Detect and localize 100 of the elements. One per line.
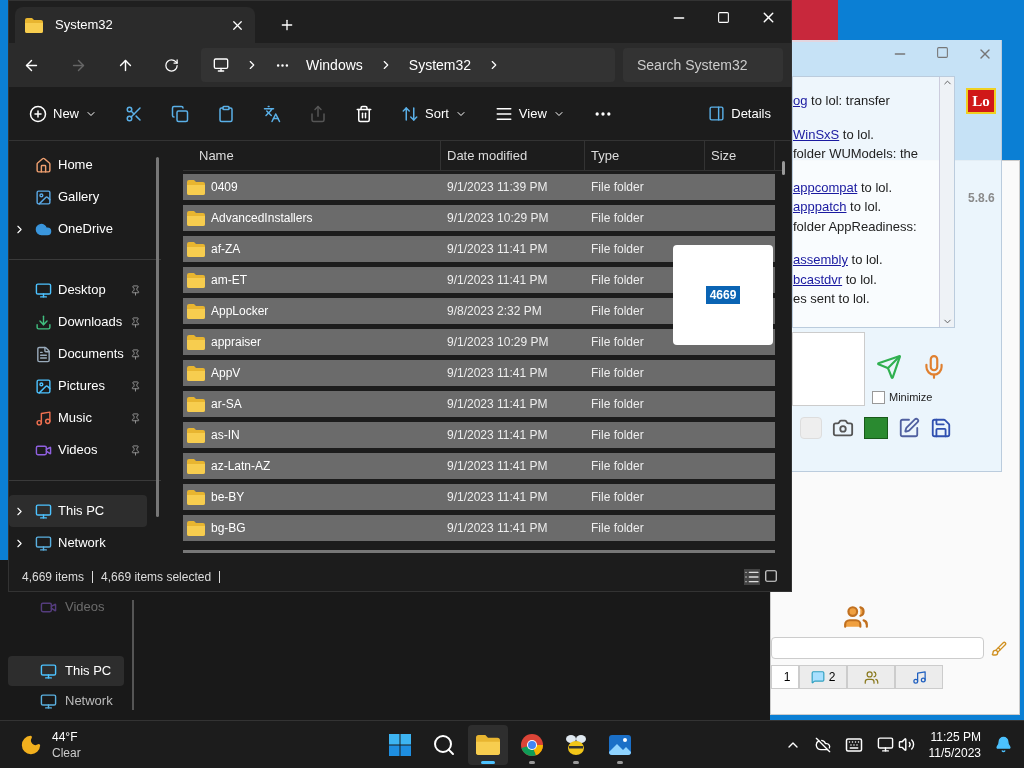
column-header[interactable]: Type — [585, 141, 705, 170]
folder-icon — [187, 427, 205, 443]
folder-icon — [187, 334, 205, 350]
refresh-icon[interactable] — [164, 57, 179, 73]
window-tab[interactable]: System32 — [15, 7, 255, 43]
network-icon[interactable] — [876, 736, 894, 753]
message-input[interactable] — [771, 637, 984, 659]
sidebar-item[interactable]: This PC — [9, 495, 147, 527]
sort-button[interactable]: Sort — [401, 103, 467, 124]
type-cell-text: File folder — [591, 427, 645, 444]
file-name: bg-BG — [211, 520, 246, 537]
folder-icon — [187, 396, 205, 412]
view-button[interactable]: View — [494, 103, 565, 124]
tiles-view-icon[interactable] — [764, 569, 778, 583]
file-row[interactable]: ar-SA 9/1/2023 11:41 PM File folder — [183, 391, 775, 417]
date-cell-text: 9/1/2023 11:41 PM — [447, 520, 549, 537]
breadcrumb-item[interactable]: System32 — [408, 54, 472, 76]
sidebar-item[interactable]: This PC — [8, 656, 124, 686]
file-name: 0409 — [211, 179, 238, 196]
contacts-icon — [843, 604, 869, 630]
sidebar-item[interactable]: Network — [9, 527, 147, 559]
file-name: appraiser — [211, 334, 262, 351]
folder-link[interactable]: og — [793, 93, 808, 108]
date-cell-text: 9/1/2023 11:41 PM — [447, 272, 549, 289]
search-field[interactable]: Search System32 — [623, 48, 783, 82]
keyboard-icon[interactable] — [844, 735, 863, 754]
column-header[interactable]: Date modified — [441, 141, 585, 170]
sidebar-item[interactable]: Documents — [9, 338, 147, 370]
moon-icon[interactable] — [20, 733, 42, 756]
window-tab[interactable] — [895, 665, 943, 689]
volume-icon[interactable] — [897, 736, 915, 753]
taskbar-button[interactable] — [468, 724, 508, 765]
clock-date[interactable]: 11/5/2023 — [928, 744, 981, 761]
file-row[interactable]: as-IN 9/1/2023 11:41 PM File folder — [183, 422, 775, 448]
column-header[interactable]: Size — [705, 141, 775, 170]
file-row[interactable]: appraiser 9/1/2023 10:29 PM File folder — [183, 329, 775, 355]
camera-icon[interactable] — [832, 417, 854, 439]
file-name: az-Latn-AZ — [211, 458, 271, 475]
broom-icon[interactable] — [991, 641, 1007, 657]
folder-icon — [187, 458, 205, 474]
folder-link[interactable]: assembly — [793, 252, 848, 267]
sidebar-item[interactable]: Home — [9, 149, 147, 181]
type-cell-text: File folder — [591, 458, 645, 475]
copy-icon[interactable] — [171, 104, 189, 123]
folder-icon — [187, 241, 205, 257]
sidebar-item[interactable]: Gallery — [9, 181, 147, 213]
clock-time[interactable]: 11:25 PM — [930, 728, 981, 745]
folder-link[interactable]: apppatch — [793, 199, 847, 214]
folder-link[interactable]: appcompat — [793, 179, 858, 195]
window-tab[interactable]: 1 — [771, 665, 799, 689]
window-tab[interactable]: 2 — [799, 665, 847, 689]
window-tab[interactable] — [847, 665, 895, 689]
sidebar-item[interactable]: Music — [9, 402, 147, 434]
folder-icon — [187, 272, 205, 288]
new-button[interactable]: New — [29, 103, 97, 124]
file-name: AppV — [211, 365, 241, 382]
notification-icon[interactable] — [995, 736, 1012, 753]
file-row[interactable]: AdvancedInstallers 9/1/2023 10:29 PM File folder — [183, 205, 775, 231]
save-icon[interactable] — [930, 417, 952, 439]
pin-icon — [130, 284, 141, 296]
file-row[interactable]: af-ZA 9/1/2023 11:41 PM File folder — [183, 236, 775, 262]
sidebar-item[interactable]: Downloads — [9, 306, 147, 338]
send-icon[interactable] — [876, 354, 902, 380]
breadcrumb-item[interactable]: Windows — [306, 54, 363, 76]
file-row[interactable]: az-Latn-AZ 9/1/2023 11:41 PM File folder — [183, 453, 775, 479]
sidebar-item[interactable]: Videos — [9, 434, 147, 466]
chat-line: appcompat to lol. — [793, 178, 893, 197]
sidebar-item[interactable]: OneDrive — [9, 213, 147, 245]
sidebar-item[interactable]: Pictures — [9, 370, 147, 402]
sidebar-item[interactable]: Desktop — [9, 274, 147, 306]
rename-icon[interactable] — [263, 104, 281, 123]
type-cell-text: File folder — [591, 489, 645, 506]
status-text: 4,669 items — [22, 569, 85, 586]
chat-line: es sent to lol. — [793, 290, 871, 308]
details-view-icon[interactable] — [744, 569, 760, 585]
pin-icon — [130, 316, 141, 328]
cut-icon[interactable] — [125, 104, 143, 123]
details-button[interactable]: Details — [708, 103, 771, 124]
chat-line: og to lol: transfer — [793, 92, 891, 110]
date-cell-text: 9/1/2023 11:41 PM — [447, 427, 549, 444]
file-row[interactable]: be-BY 9/1/2023 11:41 PM File folder — [183, 484, 775, 510]
chat-line: WinSxS to lol. — [793, 125, 875, 144]
address-bar[interactable]: Windows System32 — [201, 48, 615, 82]
file-row[interactable]: AppV 9/1/2023 11:41 PM File folder — [183, 360, 775, 386]
edit-icon[interactable] — [898, 417, 920, 439]
delete-icon[interactable] — [355, 104, 373, 123]
folder-link[interactable]: bcastdvr — [793, 271, 843, 287]
folder-link[interactable]: WinSxS — [793, 126, 840, 142]
column-header[interactable]: Name — [183, 141, 441, 170]
file-row[interactable]: 0409 9/1/2023 11:39 PM File folder — [183, 174, 775, 200]
file-name: AppLocker — [211, 303, 269, 320]
sidebar-item[interactable]: Network — [8, 686, 124, 716]
scrollbar[interactable] — [939, 77, 954, 327]
minimize-checkbox[interactable] — [872, 390, 885, 404]
new-tab-icon[interactable] — [279, 17, 295, 33]
network-icon — [40, 692, 57, 710]
paste-icon[interactable] — [217, 104, 235, 123]
cloud-off-icon[interactable] — [814, 736, 831, 753]
file-row[interactable]: bg-BG 9/1/2023 11:41 PM File folder — [183, 515, 775, 541]
status-text: 4,669 items selected — [101, 569, 212, 586]
